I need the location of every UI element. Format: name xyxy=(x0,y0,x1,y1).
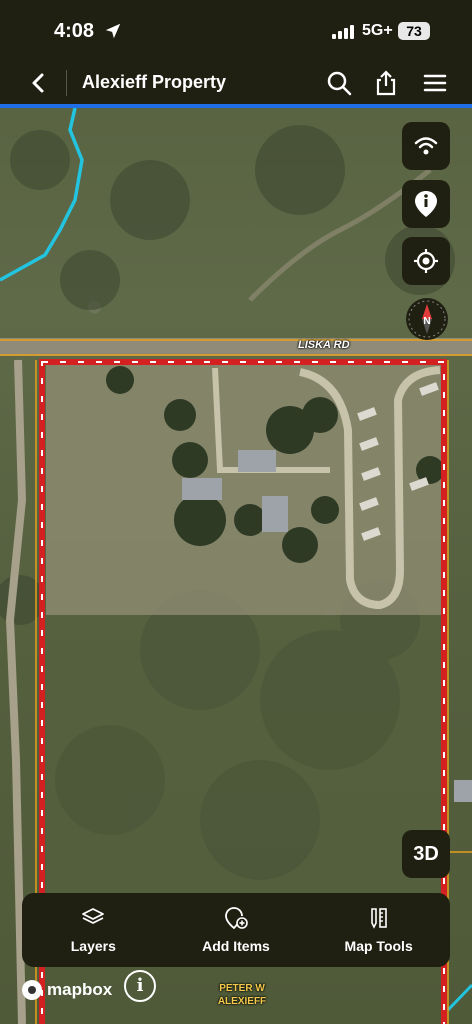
battery-indicator: 73 xyxy=(398,22,430,40)
layers-button[interactable]: Layers xyxy=(28,906,158,954)
cellular-signal-icon xyxy=(332,25,354,39)
owner-label-line1: PETER W xyxy=(219,983,265,994)
map-tools-button[interactable]: Map Tools xyxy=(314,906,444,954)
owner-label[interactable]: PETER W ALEXIEFF xyxy=(210,982,274,1008)
add-items-label: Add Items xyxy=(202,938,270,954)
offline-maps-button[interactable] xyxy=(402,122,450,170)
add-items-button[interactable]: Add Items xyxy=(171,906,301,954)
mapbox-logo-icon xyxy=(22,980,42,1000)
share-icon[interactable] xyxy=(371,68,401,98)
compass-letter: N xyxy=(423,316,430,327)
status-bar: 4:08 5G+ 73 xyxy=(0,0,472,62)
map-tools-label: Map Tools xyxy=(344,938,413,954)
map-tools-icon xyxy=(370,908,387,929)
bottom-toolbar: Layers Add Items Map Tools xyxy=(22,893,450,967)
info-layer-button[interactable] xyxy=(402,180,450,228)
mapbox-attribution[interactable]: mapbox xyxy=(22,980,112,1000)
compass-button[interactable]: N xyxy=(406,298,448,340)
compass-icon: N xyxy=(408,300,446,338)
info-pin-icon xyxy=(415,191,437,217)
page-title: Alexieff Property xyxy=(82,72,227,92)
layers-icon xyxy=(82,908,105,924)
location-arrow-icon xyxy=(105,23,121,39)
locate-me-button[interactable] xyxy=(402,237,450,285)
attribution-info-icon[interactable]: i xyxy=(124,970,156,1002)
hamburger-menu-icon[interactable] xyxy=(420,68,450,98)
mapbox-text: mapbox xyxy=(47,980,113,999)
network-type: 5G+ xyxy=(362,22,393,39)
wifi-icon xyxy=(414,137,438,155)
search-icon[interactable] xyxy=(324,68,354,98)
3d-toggle-button[interactable]: 3D xyxy=(402,830,450,878)
nav-divider xyxy=(66,70,67,96)
owner-label-line2: ALEXIEFF xyxy=(217,996,267,1007)
back-chevron-icon[interactable] xyxy=(24,68,54,98)
layers-label: Layers xyxy=(70,938,116,954)
add-location-icon xyxy=(225,907,248,930)
road-label: LISKA RD xyxy=(298,339,350,351)
status-time: 4:08 xyxy=(54,20,95,42)
nav-bar: Alexieff Property xyxy=(0,62,472,108)
locate-icon xyxy=(414,249,438,273)
